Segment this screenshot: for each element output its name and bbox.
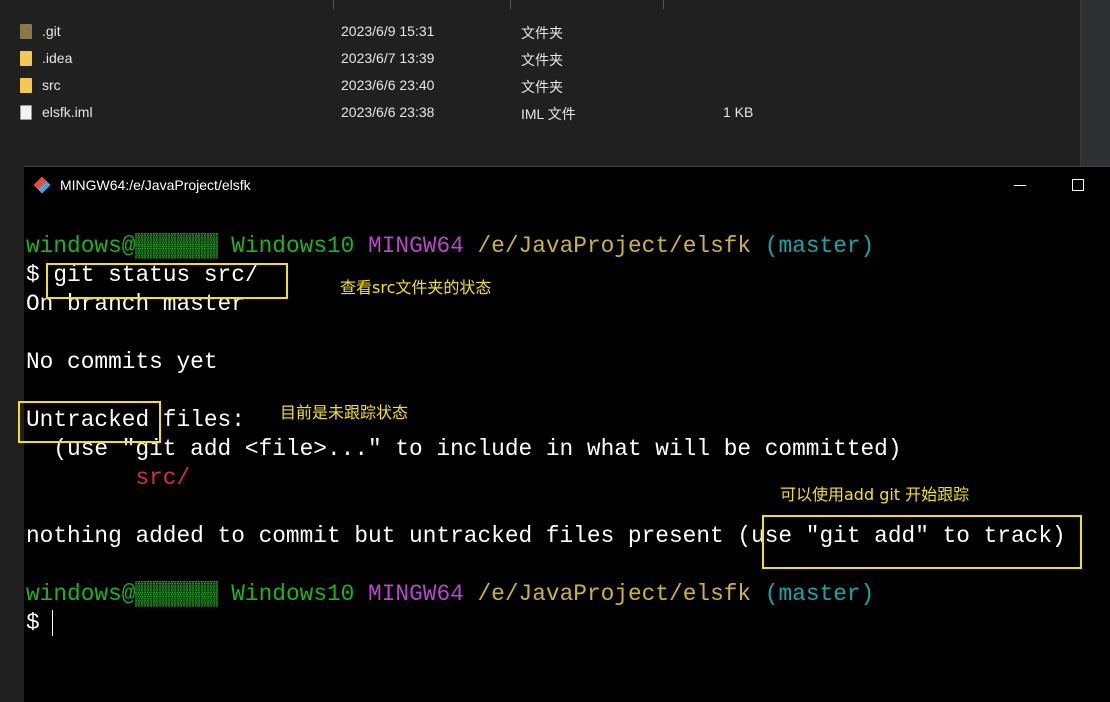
- file-name: elsfk.iml: [42, 104, 93, 120]
- prompt-line: windows@▒▒▒▒▒▒ Windows10 MINGW64 /e/Java…: [26, 233, 875, 259]
- file-date: 2023/6/6 23:38: [341, 104, 435, 120]
- input-line[interactable]: $: [26, 609, 1066, 638]
- file-size: 1 KB: [723, 104, 754, 120]
- folder-icon: [20, 51, 32, 66]
- file-type: 文件夹: [521, 79, 563, 95]
- output-line: Untracked files:: [26, 407, 245, 433]
- file-row[interactable]: .git 2023/6/9 15:31 文件夹: [0, 18, 1080, 45]
- output-line: No commits yet: [26, 349, 218, 375]
- file-date: 2023/6/6 23:40: [341, 77, 435, 93]
- file-date: 2023/6/9 15:31: [341, 23, 435, 39]
- title-bar[interactable]: MINGW64:/e/JavaProject/elsfk: [24, 167, 1110, 203]
- file-name: .idea: [42, 50, 73, 66]
- annotation: 目前是未跟踪状态: [280, 403, 409, 422]
- folder-icon: [20, 78, 32, 93]
- file-name: src: [42, 77, 61, 93]
- highlight-box: [46, 263, 288, 299]
- scrollbar[interactable]: [1080, 0, 1110, 166]
- file-row[interactable]: src 2023/6/6 23:40 文件夹: [0, 72, 1080, 99]
- text-cursor: [51, 609, 53, 636]
- file-explorer: .git 2023/6/9 15:31 文件夹 .idea 2023/6/7 1…: [0, 0, 1080, 166]
- terminal-window[interactable]: MINGW64:/e/JavaProject/elsfk windows@▒▒▒…: [24, 166, 1110, 702]
- git-bash-icon: [33, 176, 51, 194]
- file-row[interactable]: elsfk.iml 2023/6/6 23:38 IML 文件 1 KB: [0, 99, 1080, 126]
- folder-hidden-icon: [20, 24, 32, 39]
- minimize-button[interactable]: [1014, 185, 1026, 186]
- file-type: IML 文件: [521, 106, 576, 122]
- highlight-box: [18, 401, 161, 443]
- file-name: .git: [42, 23, 61, 39]
- file-type: 文件夹: [521, 52, 563, 68]
- annotation: 可以使用add git 开始跟踪: [780, 485, 970, 504]
- window-title: MINGW64:/e/JavaProject/elsfk: [60, 177, 251, 193]
- file-icon: [20, 105, 32, 120]
- maximize-button[interactable]: [1072, 179, 1084, 191]
- column-divider[interactable]: [663, 0, 664, 9]
- file-row[interactable]: .idea 2023/6/7 13:39 文件夹: [0, 45, 1080, 72]
- hostname: ▒▒▒▒▒▒: [135, 233, 218, 259]
- column-divider[interactable]: [510, 0, 511, 9]
- output-line: (use "git add <file>..." to include in w…: [26, 436, 902, 462]
- annotation: 查看src文件夹的状态: [340, 278, 492, 297]
- column-divider[interactable]: [333, 0, 334, 9]
- file-type: 文件夹: [521, 25, 563, 41]
- file-date: 2023/6/7 13:39: [341, 50, 435, 66]
- prompt-line: windows@▒▒▒▒▒▒ Windows10 MINGW64 /e/Java…: [26, 581, 875, 607]
- highlight-box: [762, 515, 1082, 569]
